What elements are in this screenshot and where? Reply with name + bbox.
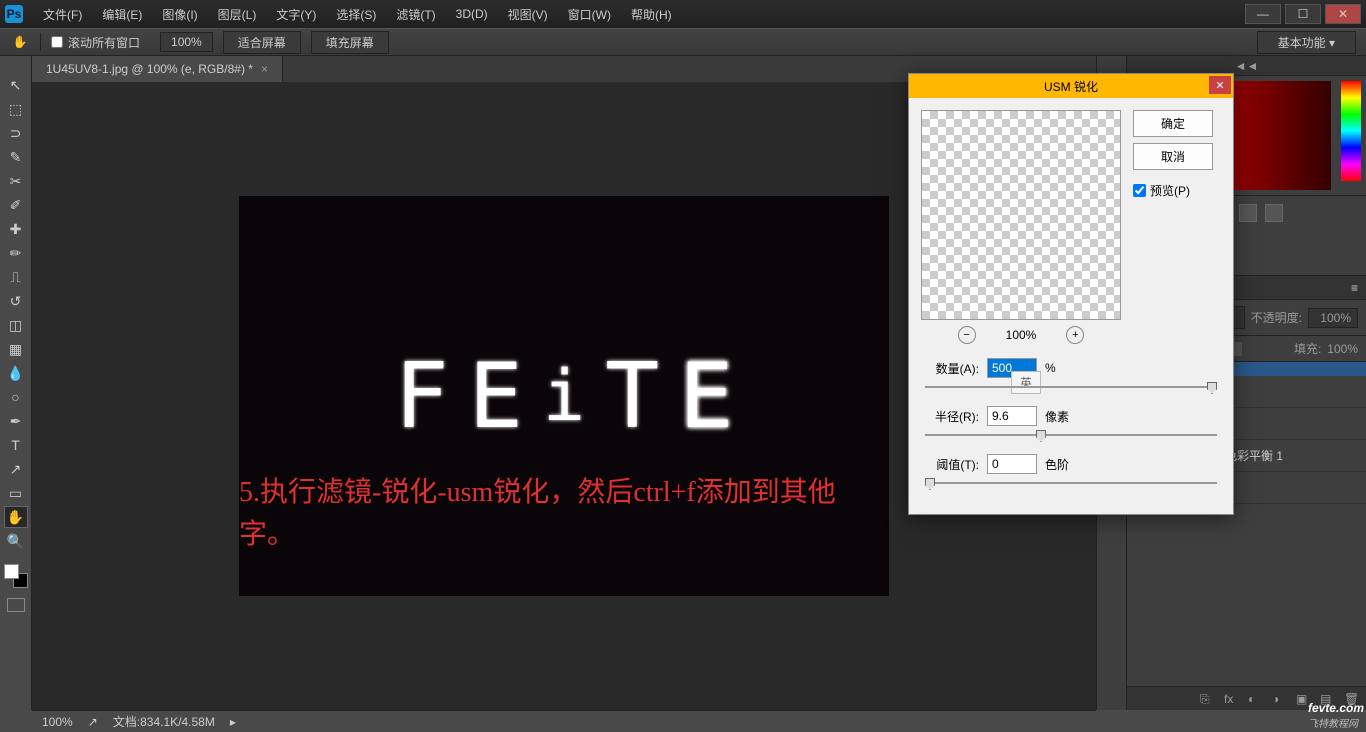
type-tool-icon[interactable]: T (4, 434, 28, 456)
zoom-out-button[interactable]: − (958, 326, 976, 344)
adjustment-icon[interactable] (1239, 204, 1257, 222)
zoom-in-button[interactable]: + (1066, 326, 1084, 344)
radius-input[interactable] (987, 406, 1037, 426)
threshold-label: 阈值(T): (921, 456, 979, 473)
opacity-label: 不透明度: (1251, 309, 1302, 326)
crop-tool-icon[interactable]: ✂ (4, 170, 28, 192)
menu-file[interactable]: 文件(F) (33, 6, 92, 23)
dodge-tool-icon[interactable]: ○ (4, 386, 28, 408)
watermark: fevte.com 飞特教程网 (1308, 701, 1364, 730)
scroll-all-label: 滚动所有窗口 (68, 34, 140, 51)
amount-label: 数量(A): (921, 360, 979, 377)
status-bar: 100% ↗ 文档:834.1K/4.58M ▸ (32, 710, 1096, 732)
window-maximize-button[interactable]: ☐ (1285, 4, 1321, 24)
preview-box[interactable] (921, 110, 1121, 320)
zoom-value[interactable]: 100% (160, 32, 213, 52)
hand-tool-icon[interactable]: ✋ (4, 506, 28, 528)
window-close-button[interactable]: ✕ (1325, 4, 1361, 24)
menu-window[interactable]: 窗口(W) (558, 6, 621, 23)
scroll-all-windows-checkbox[interactable]: 滚动所有窗口 (51, 34, 140, 51)
marquee-tool-icon[interactable]: ⬚ (4, 98, 28, 120)
blur-tool-icon[interactable]: 💧 (4, 362, 28, 384)
menu-select[interactable]: 选择(S) (326, 6, 386, 23)
cancel-button[interactable]: 取消 (1133, 143, 1213, 170)
layer-mask-icon[interactable]: ◐ (1248, 692, 1262, 706)
threshold-input[interactable] (987, 454, 1037, 474)
menu-type[interactable]: 文字(Y) (266, 6, 326, 23)
document-tab[interactable]: 1U45UV8-1.jpg @ 100% (e, RGB/8#) * × (32, 56, 283, 82)
fill-label: 填充: (1294, 340, 1321, 357)
path-select-tool-icon[interactable]: ↗ (4, 458, 28, 480)
dialog-close-button[interactable]: ✕ (1209, 76, 1231, 94)
adjustment-icon[interactable] (1265, 204, 1283, 222)
brush-tool-icon[interactable]: ✏ (4, 242, 28, 264)
fill-screen-button[interactable]: 填充屏幕 (311, 31, 389, 54)
amount-slider[interactable] (925, 382, 1217, 398)
status-arrow-icon[interactable]: ↗ (88, 715, 98, 729)
hand-tool-icon: ✋ (10, 32, 30, 52)
toolbox: ↖ ⬚ ⊃ ✎ ✂ ✐ ✚ ✏ ⎍ ↺ ◫ ▦ 💧 ○ ✒ T ↗ ▭ ✋ 🔍 (0, 56, 32, 710)
status-zoom[interactable]: 100% (42, 715, 73, 729)
eyedropper-tool-icon[interactable]: ✐ (4, 194, 28, 216)
radius-slider[interactable] (925, 430, 1217, 446)
threshold-slider[interactable] (925, 478, 1217, 494)
amount-unit: % (1045, 361, 1075, 375)
color-swatches[interactable] (4, 564, 28, 588)
tutorial-annotation: 5.执行滤镜-锐化-usm锐化，然后ctrl+f添加到其他字。 (239, 472, 889, 556)
dialog-title: USM 锐化 (1044, 78, 1098, 95)
scroll-all-checkbox-input[interactable] (51, 36, 63, 48)
hue-strip[interactable] (1341, 81, 1361, 181)
layers-menu-icon[interactable]: ≡ (1351, 281, 1358, 295)
stamp-tool-icon[interactable]: ⎍ (4, 266, 28, 288)
menu-edit[interactable]: 编辑(E) (92, 6, 152, 23)
menu-help[interactable]: 帮助(H) (621, 6, 682, 23)
document-tab-title: 1U45UV8-1.jpg @ 100% (e, RGB/8#) * (46, 62, 253, 76)
neon-text: F E i T E (395, 344, 734, 449)
opacity-value[interactable]: 100% (1308, 308, 1358, 328)
eraser-tool-icon[interactable]: ◫ (4, 314, 28, 336)
radius-label: 半径(R): (921, 408, 979, 425)
adjustment-layer-icon[interactable]: ◑ (1272, 692, 1286, 706)
preview-checkbox-input[interactable] (1133, 184, 1146, 197)
canvas[interactable]: F E i T E 5.执行滤镜-锐化-usm锐化，然后ctrl+f添加到其他字… (239, 196, 889, 596)
status-doc-size: 文档:834.1K/4.58M (113, 713, 215, 730)
layer-style-icon[interactable]: fx (1224, 692, 1238, 706)
menu-view[interactable]: 视图(V) (498, 6, 558, 23)
zoom-tool-icon[interactable]: 🔍 (4, 530, 28, 552)
move-tool-icon[interactable]: ↖ (4, 74, 28, 96)
lasso-tool-icon[interactable]: ⊃ (4, 122, 28, 144)
menu-layer[interactable]: 图层(L) (208, 6, 267, 23)
healing-tool-icon[interactable]: ✚ (4, 218, 28, 240)
threshold-unit: 色阶 (1045, 456, 1075, 473)
ok-button[interactable]: 确定 (1133, 110, 1213, 137)
menu-3d[interactable]: 3D(D) (446, 7, 498, 21)
gradient-tool-icon[interactable]: ▦ (4, 338, 28, 360)
menu-filter[interactable]: 滤镜(T) (386, 6, 445, 23)
pen-tool-icon[interactable]: ✒ (4, 410, 28, 432)
history-brush-tool-icon[interactable]: ↺ (4, 290, 28, 312)
radius-unit: 像素 (1045, 408, 1075, 425)
menu-image[interactable]: 图像(I) (152, 6, 207, 23)
fit-screen-button[interactable]: 适合屏幕 (223, 31, 301, 54)
preview-label: 预览(P) (1150, 182, 1190, 199)
fill-value[interactable]: 100% (1327, 342, 1358, 356)
shape-tool-icon[interactable]: ▭ (4, 482, 28, 504)
dialog-titlebar[interactable]: USM 锐化 ✕ (909, 74, 1233, 98)
foreground-color[interactable] (4, 564, 19, 579)
window-minimize-button[interactable]: — (1245, 4, 1281, 24)
status-chevron-icon[interactable]: ▸ (230, 715, 236, 729)
link-layers-icon[interactable]: ⎘ (1200, 692, 1214, 706)
preview-zoom-value: 100% (1006, 328, 1037, 342)
workspace-dropdown[interactable]: 基本功能 ▾ (1257, 31, 1356, 54)
quick-select-tool-icon[interactable]: ✎ (4, 146, 28, 168)
quick-mask-icon[interactable] (7, 598, 25, 612)
usm-sharpen-dialog: USM 锐化 ✕ − 100% + 确定 取消 预览(P) (908, 73, 1234, 515)
preview-checkbox[interactable]: 预览(P) (1133, 182, 1213, 199)
document-tab-close-icon[interactable]: × (261, 62, 268, 76)
app-logo: Ps (5, 5, 23, 23)
